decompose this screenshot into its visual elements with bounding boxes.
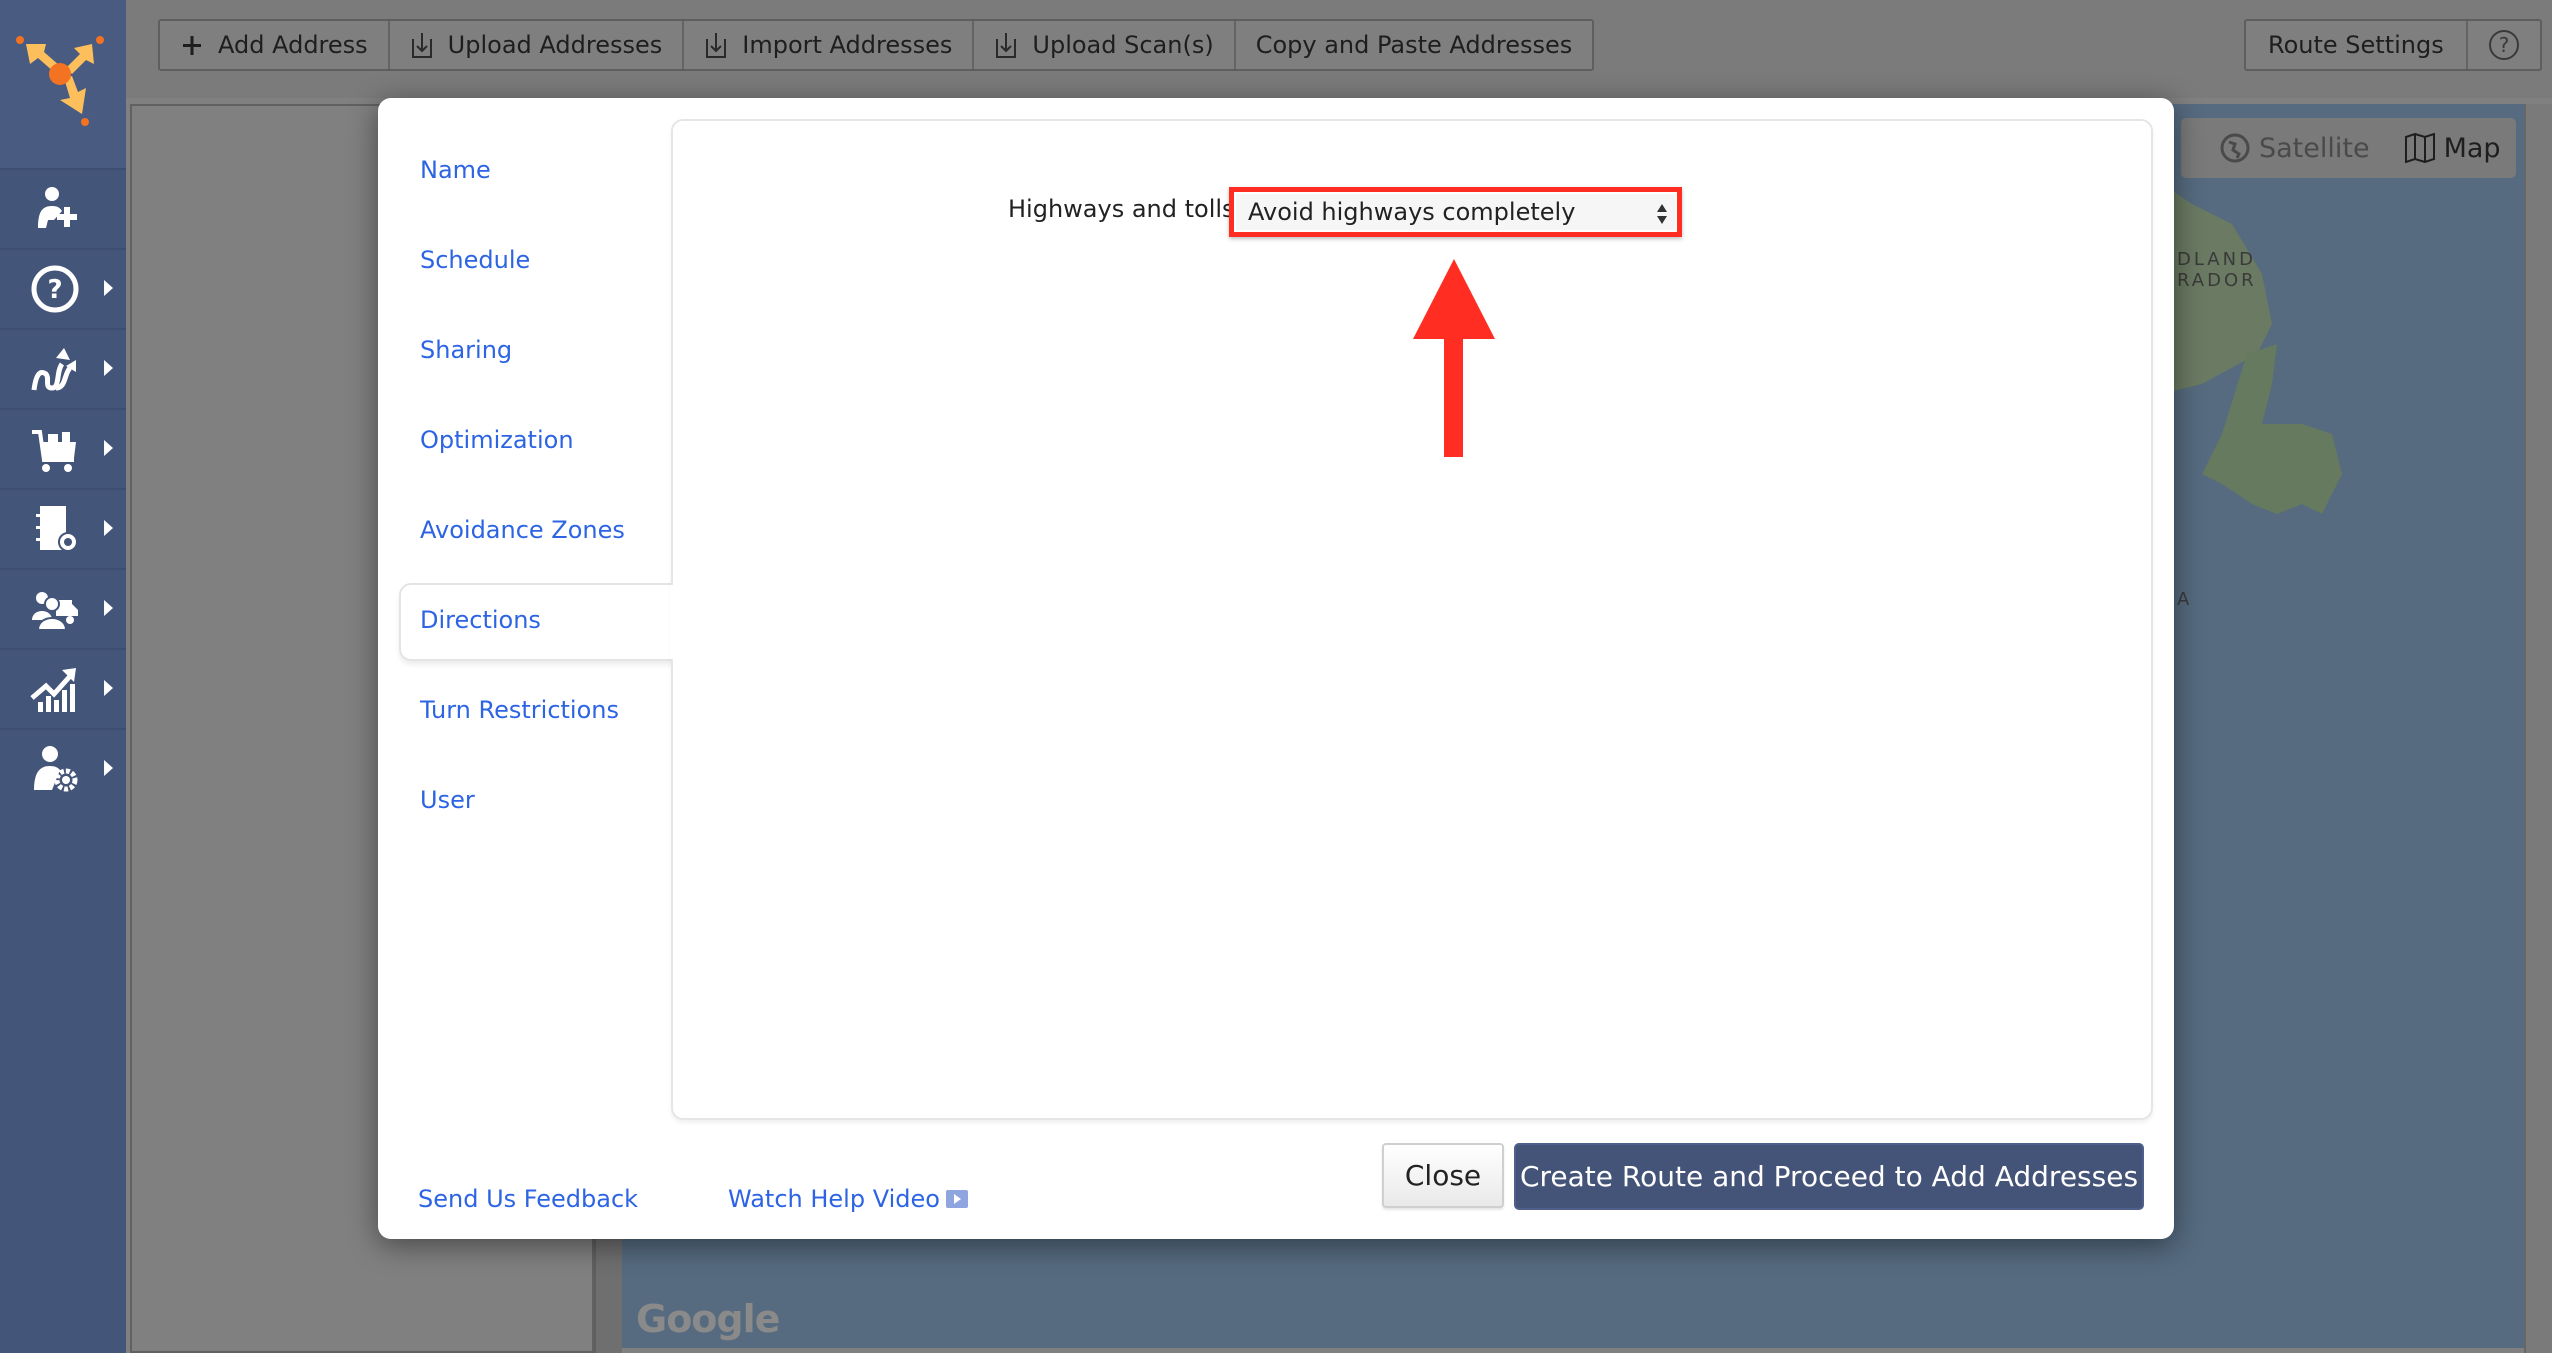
nav-item-optimization[interactable]: Optimization [420, 426, 574, 454]
help-icon: ? [31, 265, 79, 313]
create-route-button[interactable]: Create Route and Proceed to Add Addresse… [1514, 1143, 2144, 1210]
svg-text:?: ? [47, 275, 62, 305]
chevron-right-icon [104, 600, 113, 616]
map-label: Map [2443, 132, 2501, 164]
settings-content-panel: Highways and tolls: Avoid highways compl… [671, 119, 2153, 1120]
nav-item-avoidance-zones[interactable]: Avoidance Zones [420, 516, 625, 544]
address-book-icon [36, 506, 78, 552]
import-addresses-label: Import Addresses [742, 31, 953, 59]
map-type-control: Satellite Map [2181, 118, 2516, 178]
route-settings-button[interactable]: Route Settings [2246, 21, 2468, 69]
upload-addresses-label: Upload Addresses [447, 31, 663, 59]
analytics-icon [30, 668, 76, 712]
highways-tolls-select[interactable]: Avoid highways completely [1236, 194, 1675, 230]
map-icon [2404, 133, 2435, 163]
route-settings-modal: Highways and tolls: Avoid highways compl… [378, 98, 2174, 1239]
sidebar-item-help[interactable]: ? [0, 248, 126, 328]
upload-scans-label: Upload Scan(s) [1032, 31, 1214, 59]
send-feedback-link[interactable]: Send Us Feedback [418, 1185, 638, 1213]
highways-tolls-label: Highways and tolls: [1008, 195, 1243, 223]
chevron-right-icon [104, 680, 113, 696]
map-region-label: A [2177, 589, 2193, 610]
sidebar-item-address-book[interactable] [0, 488, 126, 568]
map-region-label: DLAND [2177, 249, 2256, 270]
nav-item-user[interactable]: User [420, 786, 475, 814]
red-arrow-annotation-icon [1413, 259, 1495, 457]
video-play-icon [945, 1190, 968, 1208]
watch-help-video-label: Watch Help Video [728, 1185, 940, 1213]
route-settings-label: Route Settings [2268, 31, 2444, 59]
import-addresses-button[interactable]: Import Addresses [684, 21, 975, 69]
add-address-button[interactable]: Add Address [160, 21, 390, 69]
help-circle-icon: ? [2488, 30, 2519, 60]
route-settings-group: Route Settings ? [2244, 19, 2542, 71]
satellite-label: Satellite [2259, 132, 2370, 164]
globe-icon [2220, 133, 2250, 163]
send-feedback-label: Send Us Feedback [418, 1185, 639, 1213]
upload-addresses-button[interactable]: Upload Addresses [390, 21, 685, 69]
close-button[interactable]: Close [1382, 1143, 1504, 1208]
add-address-label: Add Address [218, 31, 368, 59]
sidebar-item-analytics[interactable] [0, 648, 126, 728]
map-scrollbar[interactable] [2524, 104, 2552, 1353]
svg-text:?: ? [2498, 33, 2509, 57]
nav-active-tab-connector [670, 585, 676, 659]
chevron-right-icon [104, 440, 113, 456]
cart-icon [32, 430, 76, 472]
nav-item-sharing[interactable]: Sharing [420, 336, 512, 364]
route-help-button[interactable]: ? [2468, 21, 2540, 69]
address-toolbar: Add Address Upload Addresses Import Addr… [158, 19, 1595, 71]
map-toggle[interactable]: Map [2404, 133, 2501, 164]
chevron-right-icon [104, 760, 113, 776]
team-vehicle-icon [32, 592, 78, 631]
sidebar-item-add-user[interactable] [0, 168, 126, 248]
nav-item-name[interactable]: Name [420, 156, 491, 184]
close-label: Close [1404, 1159, 1482, 1192]
highways-tolls-value: Avoid highways completely [1248, 198, 1576, 226]
sidebar: ? [0, 0, 126, 1353]
upload-scans-button[interactable]: Upload Scan(s) [974, 21, 1236, 69]
copy-paste-addresses-button[interactable]: Copy and Paste Addresses [1236, 21, 1593, 69]
upload-icon [411, 33, 432, 58]
copy-paste-addresses-label: Copy and Paste Addresses [1255, 31, 1573, 59]
sidebar-item-orders[interactable] [0, 408, 126, 488]
chevron-right-icon [104, 360, 113, 376]
sidebar-item-routes[interactable] [0, 328, 126, 408]
satellite-toggle[interactable]: Satellite [2219, 132, 2370, 164]
nav-item-turn-restrictions[interactable]: Turn Restrictions [420, 696, 619, 724]
watch-help-video-link[interactable]: Watch Help Video [728, 1185, 968, 1213]
google-logo: Google [636, 1297, 780, 1341]
chevron-right-icon [104, 520, 113, 536]
add-user-icon [38, 187, 77, 228]
plus-icon [183, 36, 201, 55]
chevron-right-icon [104, 280, 113, 296]
sidebar-item-team[interactable] [0, 568, 126, 648]
user-settings-icon [34, 746, 78, 792]
nav-item-schedule[interactable]: Schedule [420, 246, 530, 274]
import-icon [706, 33, 727, 58]
routes-icon [31, 348, 76, 391]
highlight-box: Avoid highways completely [1229, 187, 1682, 237]
sidebar-item-user-settings[interactable] [0, 728, 126, 808]
logo[interactable] [0, 0, 126, 168]
nav-item-directions[interactable]: Directions [420, 606, 541, 634]
map-region-label: RADOR [2177, 270, 2257, 291]
create-route-label: Create Route and Proceed to Add Addresse… [1519, 1160, 2139, 1193]
upload-scan-icon [996, 33, 1017, 58]
select-arrows-icon [1657, 204, 1667, 224]
route4me-logo-icon [16, 36, 104, 126]
